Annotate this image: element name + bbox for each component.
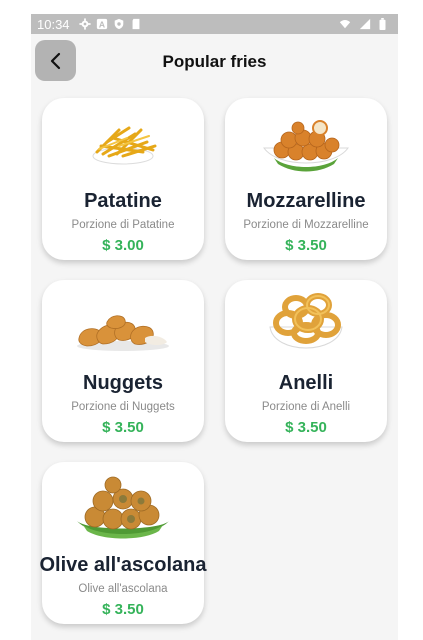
- phone-screen: 10:34 A Popular fries Patatine Porzione …: [31, 14, 398, 640]
- product-name: Patatine: [84, 190, 162, 212]
- status-bar: 10:34 A: [31, 14, 398, 34]
- wifi-icon: [339, 20, 351, 29]
- mozzarella-balls-image: [225, 108, 387, 184]
- status-time: 10:34: [37, 16, 70, 32]
- product-name: Olive all'ascolana: [39, 554, 207, 576]
- fried-olives-image: [42, 472, 204, 548]
- chicken-nuggets-image: [42, 290, 204, 366]
- sd-card-icon: [132, 18, 139, 30]
- product-description: Porzione di Patatine: [71, 219, 175, 231]
- product-card-mozzarelline[interactable]: Mozzarelline Porzione di Mozzarelline $ …: [225, 98, 387, 260]
- product-card-nuggets[interactable]: Nuggets Porzione di Nuggets $ 3.50: [42, 280, 204, 442]
- page-title: Popular fries: [162, 52, 267, 71]
- product-description: Porzione di Nuggets: [71, 401, 175, 413]
- product-description: Olive all'ascolana: [78, 583, 168, 595]
- product-price: $ 3.50: [285, 237, 327, 254]
- font-icon: A: [96, 18, 107, 29]
- product-card-olive-allascolana[interactable]: Olive all'ascolana Olive all'ascolana $ …: [39, 462, 207, 624]
- product-price: $ 3.50: [102, 601, 144, 618]
- product-description: Porzione di Anelli: [261, 401, 351, 413]
- fries-image: [42, 108, 204, 184]
- product-card-anelli[interactable]: Anelli Porzione di Anelli $ 3.50: [225, 280, 387, 442]
- product-description: Porzione di Mozzarelline: [243, 219, 369, 231]
- product-price: $ 3.00: [102, 237, 144, 254]
- battery-icon: [379, 18, 386, 30]
- settings-icon: [78, 18, 91, 30]
- onion-rings-image: [225, 290, 387, 366]
- product-price: $ 3.50: [285, 419, 327, 436]
- app-bar: Popular fries: [31, 34, 398, 88]
- product-name: Mozzarelline: [246, 190, 366, 212]
- product-name: Nuggets: [83, 372, 163, 394]
- shield-icon: [114, 18, 123, 30]
- product-price: $ 3.50: [102, 419, 144, 436]
- product-card-patatine[interactable]: Patatine Porzione di Patatine $ 3.00: [42, 98, 204, 260]
- svg-text:A: A: [98, 19, 104, 29]
- product-name: Anelli: [278, 372, 334, 394]
- signal-icon: [359, 18, 371, 30]
